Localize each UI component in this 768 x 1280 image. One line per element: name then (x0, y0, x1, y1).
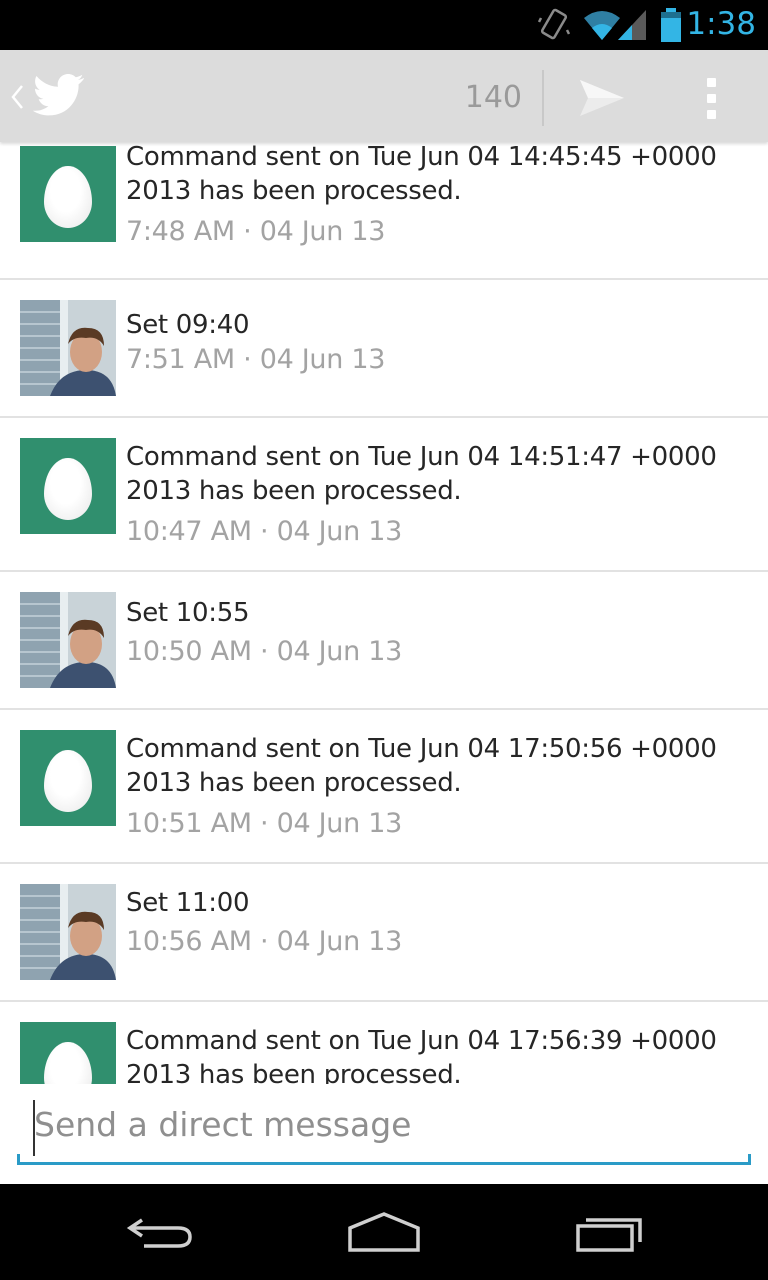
message-text: Command sent on Tue Jun 04 14:51:47 +000… (126, 442, 717, 506)
avatar-user-photo[interactable] (20, 300, 116, 396)
avatar-user-photo[interactable] (20, 592, 116, 688)
egg-icon (44, 458, 92, 520)
message-time: 10:50 AM · 04 Jun 13 (126, 636, 402, 667)
input-underline (17, 1162, 751, 1165)
wifi-icon (582, 8, 622, 47)
home-button[interactable] (346, 1206, 422, 1261)
message-text: Set 11:00 (126, 888, 250, 918)
egg-icon (44, 166, 92, 228)
message-item[interactable]: Command sent on Tue Jun 04 14:45:45 +000… (0, 142, 768, 280)
message-list[interactable]: Command sent on Tue Jun 04 14:45:45 +000… (0, 142, 768, 1084)
avatar-user-photo[interactable] (20, 884, 116, 980)
message-text: Set 10:55 (126, 598, 250, 628)
user-photo-icon (20, 592, 116, 688)
action-bar: 140 (0, 50, 768, 142)
system-nav-bar (0, 1184, 768, 1280)
text-cursor (33, 1100, 35, 1156)
message-text: Command sent on Tue Jun 04 14:45:45 +000… (126, 142, 717, 206)
message-item[interactable]: Command sent on Tue Jun 04 17:50:56 +000… (0, 710, 768, 864)
vibrate-icon (537, 8, 571, 47)
user-photo-icon (20, 884, 116, 980)
twitter-bird-icon[interactable] (32, 72, 86, 123)
message-time: 10:56 AM · 04 Jun 13 (126, 926, 402, 957)
message-item[interactable]: Set 11:00 10:56 AM · 04 Jun 13 (0, 864, 768, 1002)
send-button[interactable] (566, 74, 636, 122)
message-time: 7:48 AM · 04 Jun 13 (126, 216, 386, 247)
recent-apps-icon (576, 1218, 642, 1252)
message-time: 10:47 AM · 04 Jun 13 (126, 516, 402, 547)
home-icon (348, 1212, 420, 1252)
recent-apps-button[interactable] (574, 1206, 646, 1261)
user-photo-icon (20, 300, 116, 396)
clock: 1:38 (686, 6, 756, 42)
overflow-menu-button[interactable] (698, 72, 726, 124)
send-icon (580, 80, 624, 116)
message-composer (0, 1084, 768, 1184)
message-text: Command sent on Tue Jun 04 17:56:39 +000… (126, 1026, 717, 1084)
action-bar-divider (542, 70, 544, 126)
back-icon (126, 1218, 192, 1248)
overflow-dot (707, 94, 716, 103)
message-time: 10:51 AM · 04 Jun 13 (126, 808, 402, 839)
message-item[interactable]: Set 09:40 7:51 AM · 04 Jun 13 (0, 280, 768, 418)
direct-message-input[interactable] (18, 1100, 766, 1148)
egg-icon (44, 750, 92, 812)
signal-icon (618, 8, 648, 47)
avatar-default-egg[interactable] (20, 1022, 116, 1084)
avatar-default-egg[interactable] (20, 146, 116, 242)
message-item[interactable]: Set 10:55 10:50 AM · 04 Jun 13 (0, 572, 768, 710)
character-counter: 140 (464, 80, 522, 115)
message-text: Command sent on Tue Jun 04 17:50:56 +000… (126, 734, 717, 798)
message-time: 7:51 AM · 04 Jun 13 (126, 344, 386, 375)
message-item[interactable]: Command sent on Tue Jun 04 17:56:39 +000… (0, 1002, 768, 1084)
battery-icon (660, 8, 682, 47)
message-item[interactable]: Command sent on Tue Jun 04 14:51:47 +000… (0, 418, 768, 572)
status-bar: 1:38 (0, 0, 768, 50)
back-button[interactable] (124, 1206, 196, 1261)
avatar-default-egg[interactable] (20, 438, 116, 534)
egg-icon (44, 1042, 92, 1084)
up-chevron-icon[interactable] (10, 84, 24, 115)
overflow-dot (707, 78, 716, 87)
overflow-dot (707, 110, 716, 119)
avatar-default-egg[interactable] (20, 730, 116, 826)
message-text: Set 09:40 (126, 310, 250, 340)
